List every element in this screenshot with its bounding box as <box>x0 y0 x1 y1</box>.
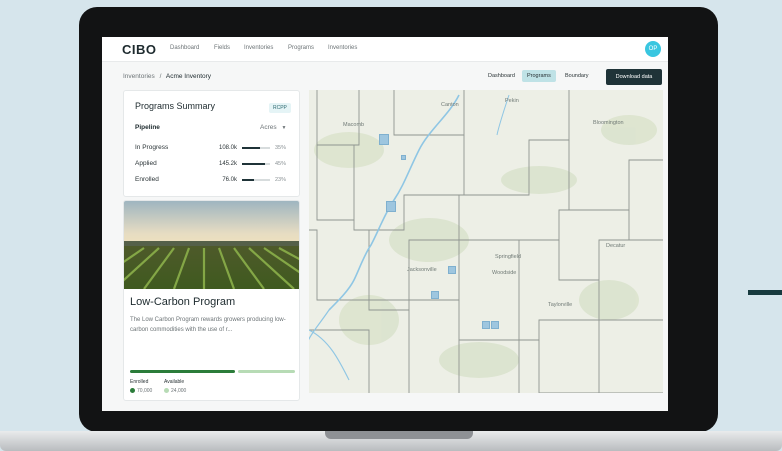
enrolled-legend: 70,000 <box>130 388 152 394</box>
map-label-woodside: Woodside <box>492 270 517 276</box>
pipeline-row-bar <box>242 147 270 149</box>
map-label-pekin: Pekin <box>505 98 519 104</box>
map-label-taylorville: Taylorville <box>548 302 573 308</box>
pipeline-row-bar-fill <box>242 179 254 181</box>
pipeline-row-bar <box>242 179 270 181</box>
available-legend-label: Available <box>164 379 185 385</box>
pipeline-row-amount: 76.0k <box>222 176 237 183</box>
map-base <box>309 90 663 393</box>
nav-inventories[interactable]: Inventories <box>244 45 273 51</box>
map-label-bloomington: Bloomington <box>593 120 624 126</box>
laptop-base <box>0 431 782 451</box>
breadcrumb-separator: / <box>159 73 162 80</box>
available-progress-bar <box>238 370 295 373</box>
map-view[interactable]: Canton Pekin Macomb Bloomington Springfi… <box>309 90 663 393</box>
laptop-notch <box>325 431 473 439</box>
pipeline-row-label: Enrolled <box>135 176 159 183</box>
user-avatar[interactable]: OP <box>645 41 661 57</box>
breadcrumb: Inventories / Acme Inventory <box>123 73 211 80</box>
units-select[interactable]: Acres ▼ <box>260 124 286 131</box>
enrolled-progress-bar <box>130 370 235 373</box>
breadcrumb-current: Acme Inventory <box>165 73 212 80</box>
field-photo <box>124 201 299 289</box>
tab-boundary[interactable]: Boundary <box>560 70 594 82</box>
tab-dashboard[interactable]: Dashboard <box>483 70 520 82</box>
pipeline-row-amount: 145.2k <box>218 160 237 167</box>
rcpp-badge[interactable]: RCPP <box>269 103 291 113</box>
pipeline-row-bar <box>242 163 270 165</box>
program-description: The Low Carbon Program rewards growers p… <box>130 317 286 333</box>
breadcrumb-parent[interactable]: Inventories <box>123 73 155 80</box>
parcel-marker[interactable] <box>431 291 439 299</box>
available-dot-icon <box>164 388 169 393</box>
decorative-bar <box>748 290 782 295</box>
parcel-marker[interactable] <box>386 201 396 212</box>
programs-summary-card: Programs Summary RCPP Pipeline Acres ▼ I… <box>123 90 300 197</box>
pipeline-row-percent: 45% <box>275 160 287 167</box>
nav-fields[interactable]: Fields <box>214 45 230 51</box>
map-label-decatur: Decatur <box>606 243 626 249</box>
top-navigation: CIBO Dashboard Fields Inventories Progra… <box>102 37 668 62</box>
cibo-logo[interactable]: CIBO <box>122 42 157 57</box>
available-legend: 24,000 <box>164 388 186 394</box>
summary-title: Programs Summary <box>135 101 216 111</box>
pipeline-label: Pipeline <box>135 124 160 131</box>
map-label-canton: Canton <box>441 102 459 108</box>
program-card[interactable]: Low-Carbon Program The Low Carbon Progra… <box>123 200 300 401</box>
chevron-down-icon: ▼ <box>281 125 287 131</box>
parcel-marker[interactable] <box>379 134 389 145</box>
program-title: Low-Carbon Program <box>130 296 236 308</box>
download-data-button[interactable]: Download data <box>606 69 662 85</box>
parcel-marker[interactable] <box>491 321 499 329</box>
map-label-springfield: Springfield <box>495 254 521 260</box>
app-screen: CIBO Dashboard Fields Inventories Progra… <box>102 37 668 411</box>
parcel-marker[interactable] <box>482 321 490 329</box>
units-value: Acres <box>260 124 277 131</box>
map-label-macomb: Macomb <box>343 122 365 128</box>
pipeline-row-percent: 23% <box>275 176 287 183</box>
map-label-jacksonville: Jacksonville <box>407 267 437 273</box>
pipeline-row-percent: 35% <box>275 144 287 151</box>
pipeline-row-label: Applied <box>135 160 157 167</box>
tab-programs[interactable]: Programs <box>522 70 556 82</box>
enrolled-dot-icon <box>130 388 135 393</box>
pipeline-row-amount: 108.0k <box>218 144 237 151</box>
nav-programs[interactable]: Programs <box>288 45 314 51</box>
nav-dashboard[interactable]: Dashboard <box>170 45 199 51</box>
pipeline-row-bar-fill <box>242 147 260 149</box>
parcel-marker[interactable] <box>448 266 456 274</box>
enrolled-legend-label: Enrolled <box>130 379 149 385</box>
pipeline-row-label: In Progress <box>135 144 169 151</box>
nav-inventories-2[interactable]: Inventories <box>328 45 357 51</box>
enrolled-value: 70,000 <box>137 388 153 394</box>
available-value: 24,000 <box>171 388 187 394</box>
parcel-marker[interactable] <box>401 155 406 160</box>
pipeline-row-bar-fill <box>242 163 265 165</box>
